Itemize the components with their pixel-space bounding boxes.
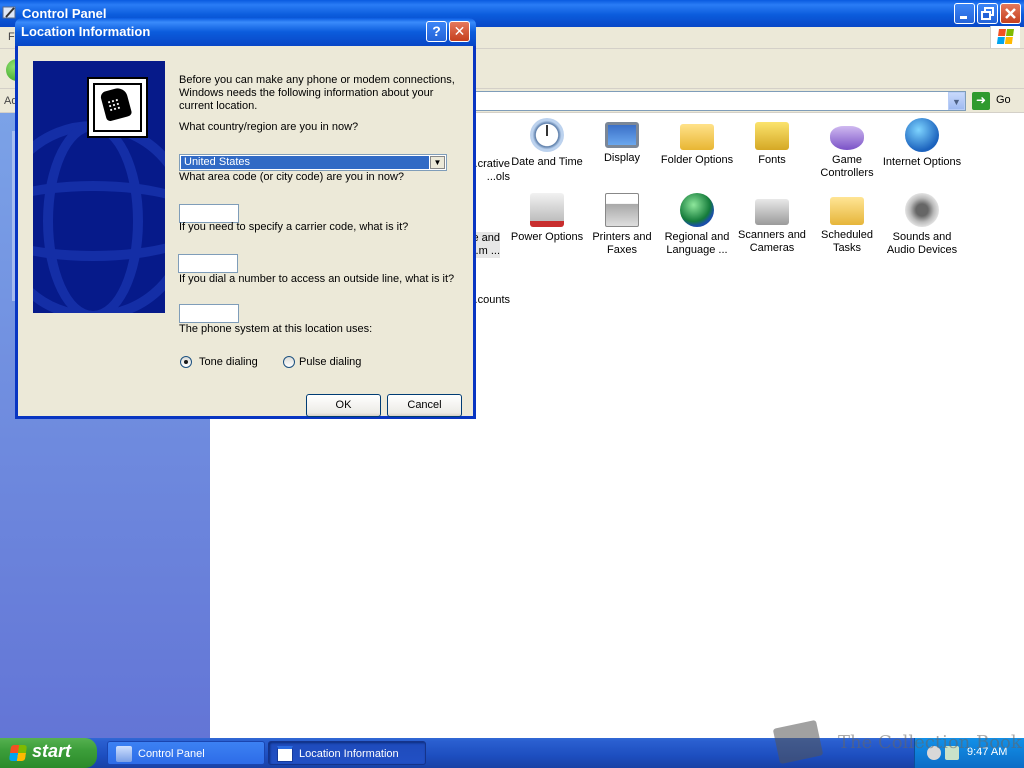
clock-icon xyxy=(530,118,564,152)
game-controller-icon xyxy=(830,126,864,150)
regional-icon xyxy=(680,193,714,227)
go-arrow-icon: ➜ xyxy=(972,92,990,110)
menu-file[interactable]: F xyxy=(8,31,15,43)
cp-item-display[interactable]: Display xyxy=(582,118,662,165)
cp-item-scanners-cameras[interactable]: Scanners and Cameras xyxy=(732,193,812,255)
power-options-icon xyxy=(530,193,564,227)
area-code-question-label: What area code (or city code) are you in… xyxy=(179,171,405,183)
address-dropdown-icon[interactable]: ▼ xyxy=(948,92,965,110)
taskbar-item-control-panel[interactable]: Control Panel xyxy=(107,741,265,765)
tone-dialing-radio[interactable] xyxy=(180,356,192,368)
start-label: start xyxy=(32,741,72,761)
outside-line-input[interactable] xyxy=(179,304,239,323)
go-button[interactable]: ➜ Go xyxy=(972,91,1020,111)
speaker-icon xyxy=(905,193,939,227)
cp-item-printers-faxes[interactable]: Printers and Faxes xyxy=(582,193,662,257)
carrier-code-input[interactable] xyxy=(178,254,238,273)
telephone-icon xyxy=(87,77,148,138)
cp-item-regional-language[interactable]: Regional and Language ... xyxy=(657,193,737,257)
phone-system-label: The phone system at this location uses: xyxy=(179,323,373,335)
cp-item-scheduled-tasks[interactable]: Scheduled Tasks xyxy=(807,193,887,255)
taskbar-item-location-information[interactable]: Location Information xyxy=(268,741,426,765)
go-label: Go xyxy=(996,94,1011,106)
dialog-intro-text: Before you can make any phone or modem c… xyxy=(179,74,455,112)
cancel-button[interactable]: Cancel xyxy=(387,394,462,417)
country-selected-value: United States xyxy=(181,156,429,169)
volume-icon[interactable] xyxy=(927,746,941,760)
location-information-dialog: Location Information ? ✕ Before you can … xyxy=(15,18,476,419)
scanner-icon xyxy=(755,199,789,225)
outside-line-question-label: If you dial a number to access an outsid… xyxy=(179,273,455,285)
display-icon xyxy=(605,122,639,148)
dialog-window-icon xyxy=(277,746,293,762)
fonts-icon xyxy=(755,122,789,150)
control-panel-icon xyxy=(116,746,132,762)
taskbar-item-label: Location Information xyxy=(299,748,399,760)
windows-logo-icon xyxy=(990,26,1020,48)
taskbar: start Control Panel Location Information… xyxy=(0,738,1024,768)
scheduled-tasks-icon xyxy=(830,197,864,225)
cp-item-sounds-audio[interactable]: Sounds and Audio Devices xyxy=(882,193,962,257)
address-input[interactable] xyxy=(470,91,966,111)
system-tray: 9:47 AM xyxy=(914,738,1024,768)
ok-button[interactable]: OK xyxy=(306,394,381,417)
tone-dialing-label[interactable]: Tone dialing xyxy=(199,356,258,368)
internet-options-icon xyxy=(905,118,939,152)
network-icon[interactable] xyxy=(945,746,959,760)
cp-item-power-options[interactable]: Power Options xyxy=(507,193,587,244)
start-button[interactable]: start xyxy=(0,738,97,768)
restore-button[interactable] xyxy=(977,3,998,24)
taskbar-item-label: Control Panel xyxy=(138,748,205,760)
minimize-button[interactable] xyxy=(954,3,975,24)
dialog-banner-image xyxy=(33,61,165,313)
cp-item-fonts[interactable]: Fonts xyxy=(732,118,812,167)
cp-item-date-time[interactable]: Date and Time xyxy=(507,118,587,169)
country-select[interactable]: United States ▼ xyxy=(179,154,447,171)
printer-icon xyxy=(605,193,639,227)
folder-options-icon xyxy=(680,124,714,150)
country-question-label: What country/region are you in now? xyxy=(179,121,359,133)
pulse-dialing-label[interactable]: Pulse dialing xyxy=(299,356,361,368)
clock[interactable]: 9:47 AM xyxy=(967,746,1007,758)
pulse-dialing-radio[interactable] xyxy=(283,356,295,368)
dialog-title: Location Information xyxy=(21,24,151,39)
dialog-body: Before you can make any phone or modem c… xyxy=(18,46,473,417)
control-panel-app-icon xyxy=(2,5,18,21)
cp-item-internet-options[interactable]: Internet Options xyxy=(882,118,962,169)
carrier-code-question-label: If you need to specify a carrier code, w… xyxy=(179,221,409,233)
cp-item-folder-options[interactable]: Folder Options xyxy=(657,118,737,167)
help-button[interactable]: ? xyxy=(426,21,447,42)
dialog-titlebar[interactable]: Location Information ? ✕ xyxy=(15,18,476,46)
close-button[interactable] xyxy=(1000,3,1021,24)
dialog-close-button[interactable]: ✕ xyxy=(449,21,470,42)
cp-item-game-controllers[interactable]: Game Controllers xyxy=(807,118,887,180)
chevron-down-icon[interactable]: ▼ xyxy=(430,156,445,169)
windows-flag-icon xyxy=(8,745,28,761)
